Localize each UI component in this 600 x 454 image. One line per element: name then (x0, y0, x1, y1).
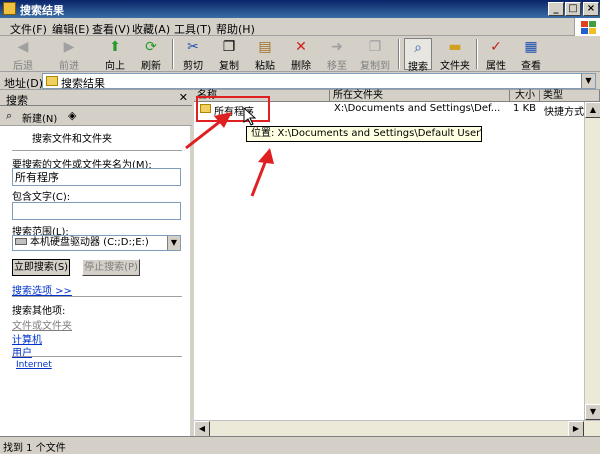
arrow-line (185, 118, 223, 150)
annotation-arrows (185, 106, 274, 197)
arrow-line (250, 159, 268, 197)
status-bar: 找到 1 个文件 (0, 436, 600, 454)
mouse-cursor-icon (243, 106, 257, 126)
arrow-head (258, 148, 274, 164)
